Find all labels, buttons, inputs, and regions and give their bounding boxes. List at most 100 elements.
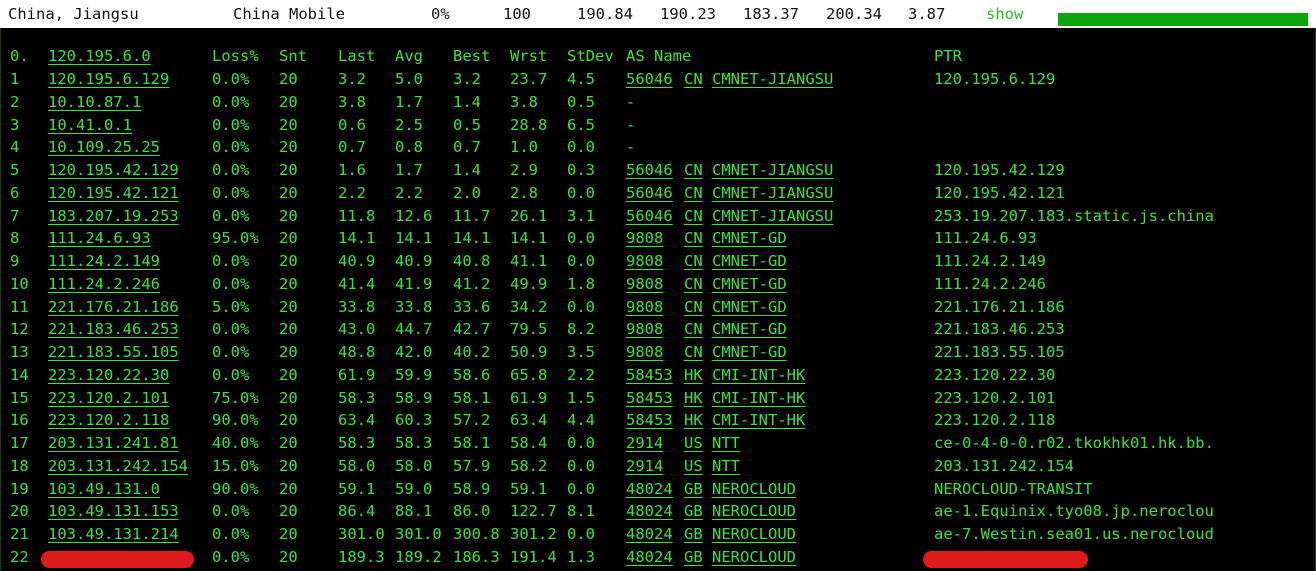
table-row: 12 221.183.46.253 0.0% 20 43.0 44.7 42.7 79.5 8.…: [1, 320, 1315, 342]
hop-host-link[interactable]: 120.195.6.129: [48, 70, 169, 88]
hop-country[interactable]: CN: [684, 161, 703, 179]
hop-ptr: 111.24.2.149: [934, 252, 1046, 270]
hop-as-name[interactable]: CMI-INT-HK: [712, 389, 805, 407]
hop-country[interactable]: CN: [684, 184, 703, 202]
hop-avg: 2.5: [395, 115, 423, 134]
hop-host-link[interactable]: 103.49.131.153: [48, 502, 179, 520]
hop-asn[interactable]: 9808: [626, 229, 663, 247]
hop-asn[interactable]: 56046: [626, 207, 673, 225]
hop-country[interactable]: US: [684, 434, 703, 452]
hop-country[interactable]: CN: [684, 298, 703, 316]
hop-host-link[interactable]: 120.195.42.121: [48, 184, 179, 202]
hop-asn[interactable]: 56046: [626, 184, 673, 202]
header-snt: Snt: [279, 47, 307, 65]
hop-asn[interactable]: 56046: [626, 161, 673, 179]
table-header-row: 0. 120.195.6.0 Loss% Snt Last Avg Best W…: [1, 47, 1315, 69]
hop-worst: 26.1: [510, 206, 548, 225]
hop-as-name[interactable]: CMNET-GD: [712, 298, 787, 316]
hop-worst: 61.9: [510, 388, 548, 407]
hop-country[interactable]: CN: [684, 70, 703, 88]
hop-asn[interactable]: 58453: [626, 389, 673, 407]
hop-as-name[interactable]: CMI-INT-HK: [712, 366, 805, 384]
hop-host-link[interactable]: 203.131.241.81: [48, 434, 179, 452]
hop-host-link[interactable]: 111.24.6.93: [48, 229, 151, 247]
hop-host-link[interactable]: 221.176.21.186: [48, 298, 179, 316]
hop-host-link[interactable]: 111.24.2.246: [48, 275, 160, 293]
hop-host-link[interactable]: 103.49.131.214: [48, 525, 179, 543]
hop-stdev: 0.5: [567, 92, 595, 111]
hop-asn[interactable]: 9808: [626, 252, 663, 270]
hop-country[interactable]: HK: [684, 411, 703, 429]
hop-as-name[interactable]: NEROCLOUD: [712, 502, 796, 520]
hop-host-link[interactable]: 10.109.25.25: [48, 138, 160, 156]
hop-as-name[interactable]: NEROCLOUD: [712, 480, 796, 498]
show-details-link[interactable]: show: [986, 5, 1023, 23]
hop-asn[interactable]: 48024: [626, 502, 673, 520]
hop-host-link[interactable]: 223.120.2.118: [48, 411, 169, 429]
hop-asn[interactable]: 48024: [626, 480, 673, 498]
hop-country[interactable]: CN: [684, 207, 703, 225]
hop-host-link[interactable]: 223.120.22.30: [48, 366, 169, 384]
summary-stdev: 3.87: [908, 5, 946, 23]
hop-host-link[interactable]: 203.131.242.154: [48, 457, 188, 475]
hop-best: 40.2: [453, 343, 491, 361]
hop-country[interactable]: CN: [684, 229, 703, 247]
hop-as-name[interactable]: CMNET-JIANGSU: [712, 207, 833, 225]
hop-country[interactable]: CN: [684, 252, 703, 270]
hop-country[interactable]: GB: [684, 525, 703, 543]
hop-host-link[interactable]: 111.24.2.149: [48, 252, 160, 270]
hop-as-name[interactable]: NTT: [712, 434, 740, 452]
hop-last: 58.3: [338, 388, 376, 407]
hop-asn[interactable]: 9808: [626, 298, 663, 316]
hop-asn[interactable]: 9808: [626, 275, 663, 293]
hop-country[interactable]: CN: [684, 343, 703, 361]
hop-asn[interactable]: 48024: [626, 548, 673, 566]
hop-country[interactable]: GB: [684, 502, 703, 520]
hop-best: 57.9: [453, 456, 491, 475]
hop-as-name[interactable]: NEROCLOUD: [712, 525, 796, 543]
hop-as-name[interactable]: CMNET-GD: [712, 229, 787, 247]
hop-country[interactable]: GB: [684, 480, 703, 498]
hop-as-name[interactable]: CMNET-JIANGSU: [712, 161, 833, 179]
hop-asn[interactable]: 58453: [626, 366, 673, 384]
hop-asn[interactable]: 2914: [626, 457, 663, 475]
hop-loss: 0.0%: [212, 320, 250, 339]
hop-as-name[interactable]: CMNET-GD: [712, 320, 787, 338]
hop-as-name[interactable]: CMNET-JIANGSU: [712, 184, 833, 202]
hop-country[interactable]: CN: [684, 275, 703, 293]
hop-sent: 20: [279, 502, 298, 521]
hop-country[interactable]: CN: [684, 320, 703, 338]
hop-as-name[interactable]: CMNET-GD: [712, 343, 787, 361]
hop-host-link[interactable]: 120.195.42.129: [48, 161, 179, 179]
hop-asn[interactable]: 9808: [626, 320, 663, 338]
hop-asn: -: [626, 115, 636, 134]
hop-loss: 0.0%: [212, 115, 250, 134]
hop-as-name[interactable]: NTT: [712, 457, 740, 475]
hop-best: 42.7: [453, 320, 491, 339]
hop-country[interactable]: HK: [684, 389, 703, 407]
hop-host-link[interactable]: 223.120.2.101: [48, 389, 169, 407]
hop-host-link[interactable]: 183.207.19.253: [48, 207, 179, 225]
hop-asn[interactable]: 58453: [626, 411, 673, 429]
summary-last: 190.84: [577, 5, 633, 23]
hop-host-link[interactable]: 221.183.55.105: [48, 343, 179, 361]
hop-country[interactable]: US: [684, 457, 703, 475]
table-row: 16 223.120.2.118 90.0% 20 63.4 60.3 57.2 63.4 4.…: [1, 411, 1315, 433]
hop-number: 13: [10, 343, 29, 361]
hop-asn[interactable]: 2914: [626, 434, 663, 452]
hop-as-name[interactable]: NEROCLOUD: [712, 548, 796, 566]
hop-host-link[interactable]: 10.41.0.1: [48, 116, 132, 134]
hop-as-name[interactable]: CMNET-JIANGSU: [712, 70, 833, 88]
hop-host-link[interactable]: 221.183.46.253: [48, 320, 179, 338]
hop-asn[interactable]: 9808: [626, 343, 663, 361]
hop-as-name[interactable]: CMNET-GD: [712, 275, 787, 293]
hop-asn[interactable]: 48024: [626, 525, 673, 543]
hop-country[interactable]: HK: [684, 366, 703, 384]
hop-asn[interactable]: 56046: [626, 70, 673, 88]
hop-as-name[interactable]: CMNET-GD: [712, 252, 787, 270]
hop-as-name[interactable]: CMI-INT-HK: [712, 411, 805, 429]
hop-host-link[interactable]: 103.49.131.0: [48, 480, 160, 498]
header-target-host-link[interactable]: 120.195.6.0: [48, 47, 151, 65]
hop-country[interactable]: GB: [684, 548, 703, 566]
hop-host-link[interactable]: 10.10.87.1: [48, 93, 141, 111]
